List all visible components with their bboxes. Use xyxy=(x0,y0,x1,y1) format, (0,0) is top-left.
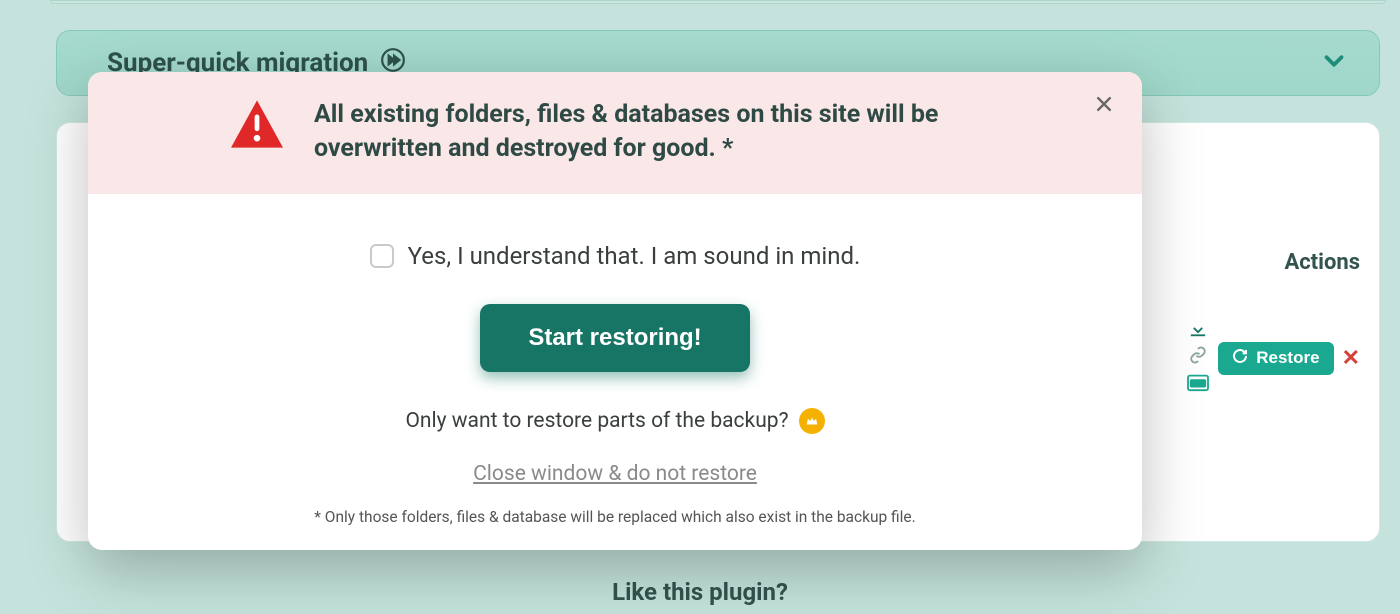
refresh-icon xyxy=(1232,348,1248,369)
like-plugin-heading: Like this plugin? xyxy=(0,578,1400,606)
restore-confirm-modal: All existing folders, files & databases … xyxy=(88,72,1142,550)
confirm-label: Yes, I understand that. I am sound in mi… xyxy=(408,242,861,270)
modal-warning-text: All existing folders, files & databases … xyxy=(314,98,974,166)
modal-header: All existing folders, files & databases … xyxy=(88,72,1142,194)
close-and-cancel-link[interactable]: Close window & do not restore xyxy=(473,462,757,486)
modal-footnote: * Only those folders, files & database w… xyxy=(128,508,1102,526)
svg-text:LOG: LOG xyxy=(1193,382,1204,388)
restore-button-label: Restore xyxy=(1256,348,1319,368)
partial-restore-line: Only want to restore parts of the backup… xyxy=(405,408,824,434)
start-restoring-button[interactable]: Start restoring! xyxy=(480,304,749,372)
action-icon-stack: LOG xyxy=(1186,320,1210,396)
log-icon[interactable]: LOG xyxy=(1186,372,1210,396)
warning-icon xyxy=(228,98,286,154)
download-icon[interactable] xyxy=(1187,320,1209,342)
top-bar-sliver xyxy=(50,0,1386,4)
table-row-actions: LOG Restore ✕ xyxy=(1140,320,1360,396)
partial-restore-text: Only want to restore parts of the backup… xyxy=(405,409,788,433)
confirm-checkbox[interactable] xyxy=(370,244,394,268)
chevron-down-icon xyxy=(1319,46,1349,80)
close-icon[interactable] xyxy=(1094,94,1114,118)
confirm-row: Yes, I understand that. I am sound in mi… xyxy=(370,242,861,270)
link-icon[interactable] xyxy=(1187,346,1209,368)
delete-icon[interactable]: ✕ xyxy=(1342,346,1360,371)
restore-button[interactable]: Restore xyxy=(1218,342,1333,375)
table-col-actions: Actions xyxy=(1284,250,1360,275)
modal-body: Yes, I understand that. I am sound in mi… xyxy=(88,194,1142,550)
crown-icon[interactable] xyxy=(799,408,825,434)
